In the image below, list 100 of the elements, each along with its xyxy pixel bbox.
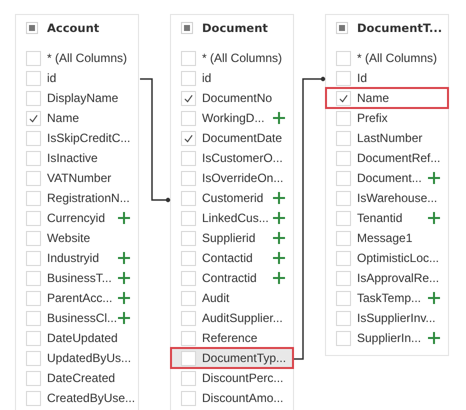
plus-icon[interactable] — [273, 272, 285, 284]
plus-icon[interactable] — [118, 272, 130, 284]
column-row[interactable]: DiscountAmo... — [171, 388, 293, 408]
checkbox[interactable] — [181, 350, 196, 366]
checkbox[interactable] — [26, 170, 41, 186]
column-row[interactable]: Document... — [326, 168, 448, 188]
checkbox[interactable] — [181, 370, 196, 386]
checkbox[interactable] — [181, 150, 196, 166]
plus-icon[interactable] — [273, 112, 285, 124]
column-row[interactable]: id — [16, 68, 138, 88]
checkbox[interactable] — [26, 310, 41, 326]
checkbox[interactable] — [181, 310, 196, 326]
checkbox[interactable] — [181, 50, 196, 66]
plus-icon[interactable] — [273, 252, 285, 264]
column-row[interactable]: TaskTemp... — [326, 288, 448, 308]
column-row[interactable]: IsInactive — [16, 148, 138, 168]
checkbox[interactable] — [181, 130, 196, 146]
checkbox[interactable] — [26, 150, 41, 166]
checkbox[interactable] — [181, 90, 196, 106]
column-row[interactable]: Contactid — [171, 248, 293, 268]
checkbox[interactable] — [26, 390, 41, 406]
column-row[interactable]: DocumentDate — [171, 128, 293, 148]
plus-icon[interactable] — [428, 332, 440, 344]
plus-icon[interactable] — [118, 252, 130, 264]
plus-icon[interactable] — [273, 212, 285, 224]
column-row[interactable]: Website — [16, 228, 138, 248]
column-row[interactable]: BusinessCl... — [16, 308, 138, 328]
plus-icon[interactable] — [273, 192, 285, 204]
checkbox[interactable] — [336, 290, 351, 306]
checkbox[interactable] — [181, 330, 196, 346]
checkbox[interactable] — [26, 70, 41, 86]
column-row[interactable]: Name — [16, 108, 138, 128]
column-row[interactable]: RegistrationN... — [16, 188, 138, 208]
column-row[interactable]: DateUpdated — [16, 328, 138, 348]
plus-icon[interactable] — [118, 312, 130, 324]
column-row[interactable]: Currencyid — [16, 208, 138, 228]
checkbox[interactable] — [26, 330, 41, 346]
column-row[interactable]: VATNumber — [16, 168, 138, 188]
checkbox[interactable] — [181, 210, 196, 226]
column-row[interactable]: Supplierid — [171, 228, 293, 248]
column-row[interactable]: IsSupplierInv... — [326, 308, 448, 328]
select-all-checkbox[interactable] — [181, 22, 193, 34]
checkbox[interactable] — [181, 230, 196, 246]
checkbox[interactable] — [181, 270, 196, 286]
checkbox[interactable] — [26, 370, 41, 386]
checkbox[interactable] — [336, 70, 351, 86]
column-row[interactable]: Customerid — [171, 188, 293, 208]
column-row[interactable]: Industryid — [16, 248, 138, 268]
checkbox[interactable] — [336, 190, 351, 206]
column-row[interactable]: BusinessT... — [16, 268, 138, 288]
checkbox[interactable] — [336, 270, 351, 286]
column-row[interactable]: id — [171, 68, 293, 88]
checkbox[interactable] — [26, 350, 41, 366]
column-row[interactable]: LastNumber — [326, 128, 448, 148]
checkbox[interactable] — [336, 310, 351, 326]
column-row[interactable]: UpdatedByUs... — [16, 348, 138, 368]
column-row[interactable]: Id — [326, 68, 448, 88]
plus-icon[interactable] — [428, 292, 440, 304]
checkbox[interactable] — [26, 270, 41, 286]
checkbox[interactable] — [26, 250, 41, 266]
column-row[interactable]: * (All Columns) — [16, 48, 138, 68]
checkbox[interactable] — [336, 50, 351, 66]
checkbox[interactable] — [181, 190, 196, 206]
checkbox[interactable] — [336, 250, 351, 266]
column-row[interactable]: DateCreated — [16, 368, 138, 388]
checkbox[interactable] — [181, 390, 196, 406]
checkbox[interactable] — [181, 110, 196, 126]
checkbox[interactable] — [336, 210, 351, 226]
column-row[interactable]: LinkedCus... — [171, 208, 293, 228]
checkbox[interactable] — [181, 70, 196, 86]
column-row[interactable]: IsCustomerO... — [171, 148, 293, 168]
checkbox[interactable] — [336, 110, 351, 126]
plus-icon[interactable] — [273, 232, 285, 244]
checkbox[interactable] — [26, 50, 41, 66]
column-row[interactable]: CreatedByUse... — [16, 388, 138, 408]
column-row[interactable]: IsOverrideOn... — [171, 168, 293, 188]
checkbox[interactable] — [26, 90, 41, 106]
column-row[interactable]: * (All Columns) — [326, 48, 448, 68]
column-row[interactable]: * (All Columns) — [171, 48, 293, 68]
column-row[interactable]: IsApprovalRe... — [326, 268, 448, 288]
column-row[interactable]: Prefix — [326, 108, 448, 128]
column-row[interactable]: ParentAcc... — [16, 288, 138, 308]
plus-icon[interactable] — [428, 172, 440, 184]
checkbox[interactable] — [181, 170, 196, 186]
column-row[interactable]: Reference — [171, 328, 293, 348]
checkbox[interactable] — [336, 230, 351, 246]
checkbox[interactable] — [26, 230, 41, 246]
checkbox[interactable] — [336, 130, 351, 146]
checkbox[interactable] — [336, 150, 351, 166]
column-row[interactable]: AuditSupplier... — [171, 308, 293, 328]
column-row[interactable]: Audit — [171, 288, 293, 308]
checkbox[interactable] — [26, 130, 41, 146]
column-row[interactable]: WorkingD... — [171, 108, 293, 128]
column-row[interactable]: DiscountPerc... — [171, 368, 293, 388]
column-row[interactable]: Message1 — [326, 228, 448, 248]
checkbox[interactable] — [26, 110, 41, 126]
column-row[interactable]: DocumentNo — [171, 88, 293, 108]
select-all-checkbox[interactable] — [26, 22, 38, 34]
checkbox[interactable] — [181, 290, 196, 306]
column-row[interactable]: Tenantid — [326, 208, 448, 228]
